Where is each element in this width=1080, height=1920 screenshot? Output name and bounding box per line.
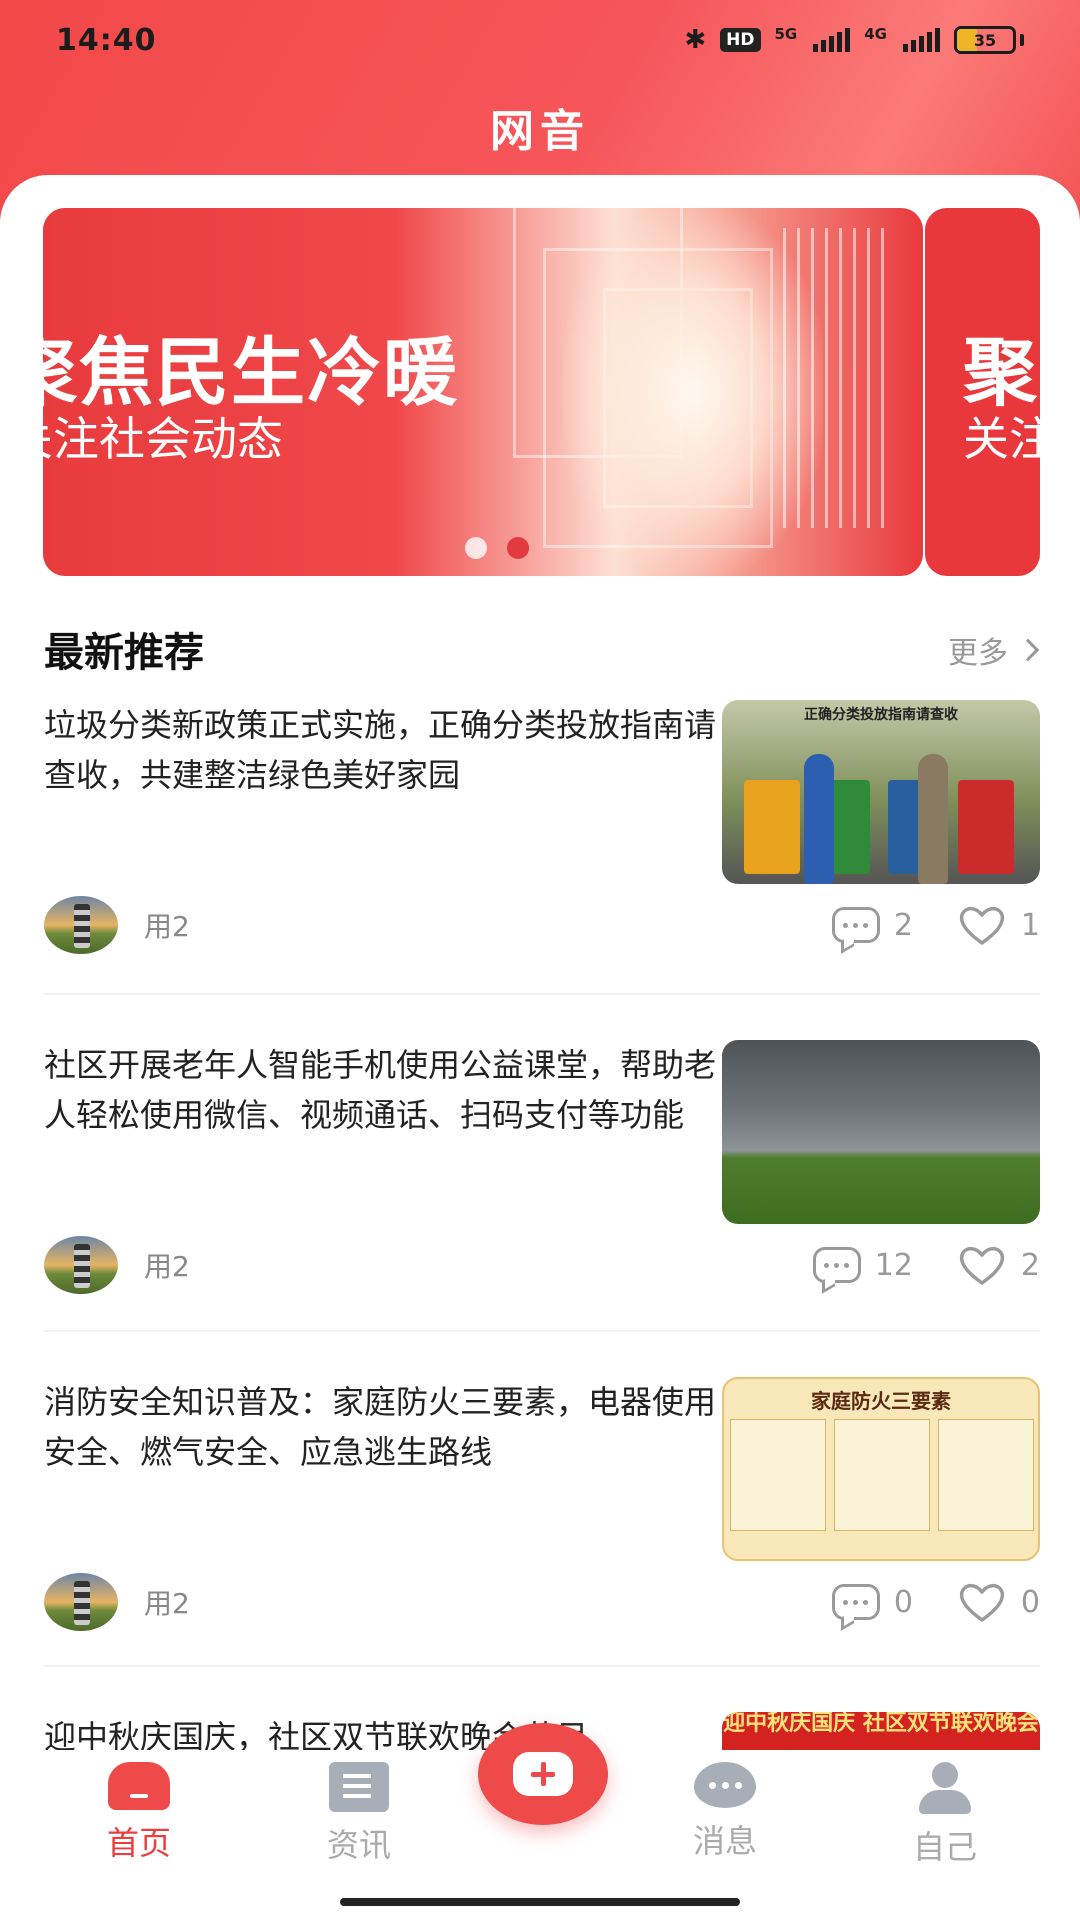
bluetooth-icon: ✱	[684, 25, 707, 55]
banner-slide[interactable]: 聚焦民生冷暖 关注社会动态	[43, 208, 923, 576]
tab-home[interactable]: 首页	[59, 1762, 219, 1872]
divider	[44, 1330, 1040, 1332]
heart-icon[interactable]	[957, 1581, 1007, 1623]
divider	[44, 993, 1040, 995]
home-indicator[interactable]	[340, 1898, 740, 1906]
status-icons: ✱ HD 5G 4G 35	[684, 25, 1024, 55]
article-card[interactable]: 消防安全知识普及：家庭防火三要素，电器使用安全、燃气安全、应急逃生路线 家庭防火…	[44, 1377, 1040, 1702]
article-title[interactable]: 垃圾分类新政策正式实施，正确分类投放指南请查收，共建整洁绿色美好家园	[44, 700, 724, 800]
signal-5g-icon	[813, 28, 851, 52]
comment-count: 12	[874, 1247, 913, 1283]
avatar[interactable]	[44, 896, 118, 954]
battery-level: 35	[973, 30, 997, 50]
add-post-icon	[513, 1752, 573, 1796]
comment-icon[interactable]	[831, 1584, 880, 1620]
article-meta: 用2 12 2	[44, 1235, 1040, 1295]
carousel-indicator	[465, 537, 529, 559]
article-thumbnail[interactable]: 迎中秋庆国庆 社区双节联欢晚会	[722, 1712, 1040, 1750]
article-card[interactable]: 垃圾分类新政策正式实施，正确分类投放指南请查收，共建整洁绿色美好家园 正确分类投…	[44, 700, 1040, 1025]
heart-icon[interactable]	[957, 1244, 1007, 1286]
avatar[interactable]	[44, 1236, 118, 1294]
tab-news[interactable]: 资讯	[279, 1762, 439, 1872]
hd-badge: HD	[720, 28, 761, 52]
comment-icon[interactable]	[831, 907, 880, 943]
news-icon	[329, 1762, 389, 1812]
app-title: 网音	[490, 106, 590, 157]
section-title: 最新推荐	[40, 620, 244, 682]
signal-4g-icon	[903, 28, 940, 52]
comment-count: 2	[893, 907, 913, 943]
tab-messages[interactable]: 消息	[645, 1762, 805, 1872]
author-name[interactable]: 用2	[144, 1245, 190, 1285]
divider	[44, 1665, 1040, 1667]
carousel-dot[interactable]	[465, 537, 487, 559]
status-time: 14:40	[56, 22, 157, 58]
like-count: 1	[1020, 907, 1040, 943]
add-post-button[interactable]	[478, 1723, 608, 1825]
article-meta: 用2 0 0	[44, 1572, 1040, 1632]
home-icon	[108, 1762, 170, 1810]
profile-icon	[915, 1762, 975, 1814]
banner-next-slide[interactable]: 聚 关注	[925, 208, 1040, 576]
banner-next-subtitle: 关注	[963, 412, 1040, 466]
author-name[interactable]: 用2	[144, 1582, 190, 1622]
net-4g-label: 4G	[864, 25, 887, 43]
article-card[interactable]: 社区开展老年人智能手机使用公益课堂，帮助老人轻松使用微信、视频通话、扫码支付等功…	[44, 1040, 1040, 1365]
battery-icon: 35	[954, 26, 1016, 54]
comment-icon[interactable]	[812, 1247, 861, 1283]
article-thumbnail[interactable]: 正确分类投放指南请查收	[722, 700, 1040, 884]
article-meta: 用2 2 1	[44, 895, 1040, 955]
author-name[interactable]: 用2	[144, 905, 190, 945]
article-thumbnail[interactable]	[722, 1040, 1040, 1224]
more-link[interactable]: 更多	[948, 628, 1040, 672]
article-title[interactable]: 迎中秋庆国庆，社区双节联欢晚会节目	[44, 1712, 724, 1750]
chevron-right-icon	[1016, 638, 1040, 662]
message-icon	[694, 1762, 756, 1808]
banner-subtitle: 关注社会动态	[43, 412, 283, 466]
article-thumbnail[interactable]: 家庭防火三要素	[722, 1377, 1040, 1561]
avatar[interactable]	[44, 1573, 118, 1631]
like-count: 0	[1020, 1584, 1040, 1620]
carousel-dot-active[interactable]	[507, 537, 529, 559]
heart-icon[interactable]	[957, 904, 1007, 946]
article-title[interactable]: 社区开展老年人智能手机使用公益课堂，帮助老人轻松使用微信、视频通话、扫码支付等功…	[44, 1040, 724, 1140]
like-count: 2	[1020, 1247, 1040, 1283]
article-title[interactable]: 消防安全知识普及：家庭防火三要素，电器使用安全、燃气安全、应急逃生路线	[44, 1377, 724, 1477]
tab-profile[interactable]: 自己	[865, 1762, 1025, 1872]
comment-count: 0	[893, 1584, 913, 1620]
net-5g-label: 5G	[774, 25, 798, 43]
status-bar: 14:40 ✱ HD 5G 4G 35	[0, 0, 1080, 80]
